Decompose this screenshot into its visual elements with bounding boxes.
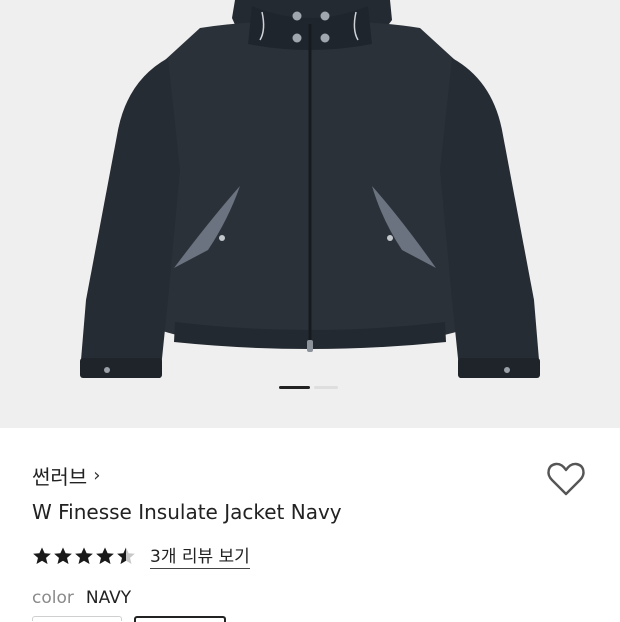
chevron-right-icon: ›	[93, 465, 101, 486]
product-title: W Finesse Insulate Jacket Navy	[32, 500, 342, 524]
brand-name: 썬러브	[32, 465, 88, 489]
review-link[interactable]: 3개 리뷰 보기	[150, 542, 250, 569]
color-swatch-selected[interactable]	[134, 616, 226, 622]
wishlist-heart-icon[interactable]	[546, 460, 586, 498]
star-rating	[32, 546, 136, 566]
star-icon	[117, 547, 135, 564]
color-row: color NAVY	[32, 588, 131, 608]
color-swatch[interactable]	[32, 616, 122, 621]
color-options	[32, 616, 226, 622]
carousel-dot-active[interactable]	[279, 386, 310, 389]
star-icon	[33, 547, 51, 564]
star-icon	[54, 547, 72, 564]
carousel-dot[interactable]	[314, 386, 338, 389]
star-icon	[96, 547, 114, 564]
rating-row: 3개 리뷰 보기	[32, 542, 250, 569]
jacket-illustration	[80, 0, 540, 378]
brand-link[interactable]: 썬러브 ›	[32, 461, 100, 490]
product-image[interactable]	[0, 0, 620, 428]
carousel-indicator	[0, 386, 620, 389]
color-label: color	[32, 588, 74, 608]
star-icon	[75, 547, 93, 564]
color-value: NAVY	[85, 588, 132, 608]
